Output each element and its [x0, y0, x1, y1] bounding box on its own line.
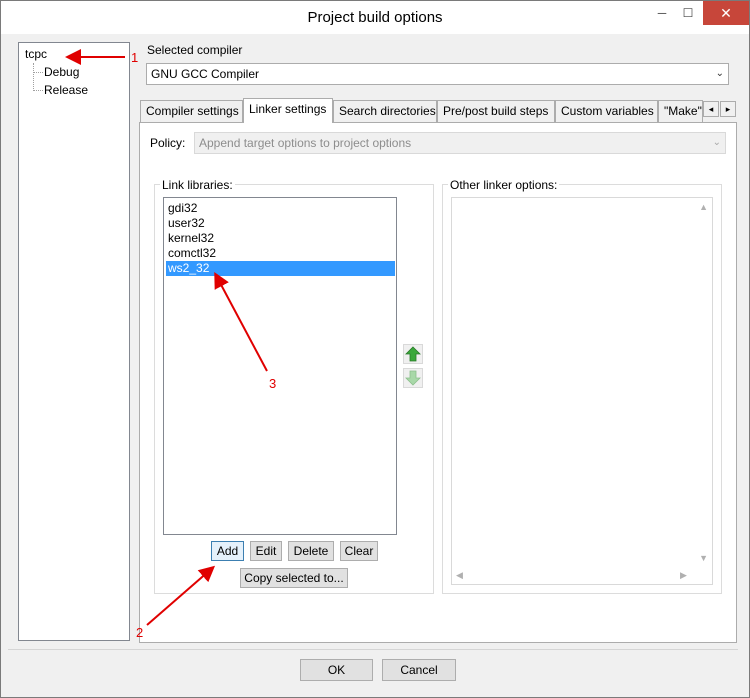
annotation-label-1: 1 — [131, 50, 139, 65]
annotation-label-3: 3 — [269, 376, 277, 391]
annotation-label-2: 2 — [136, 625, 144, 640]
dialog-window: Project build options ─ ☐ ✕ tcpc Debug R… — [0, 0, 750, 698]
tab-linker-settings[interactable]: Linker settings — [243, 98, 333, 123]
annotation-arrow-2 — [146, 565, 216, 626]
annotation-arrows — [65, 49, 268, 626]
annotation-arrow-3 — [214, 271, 268, 372]
